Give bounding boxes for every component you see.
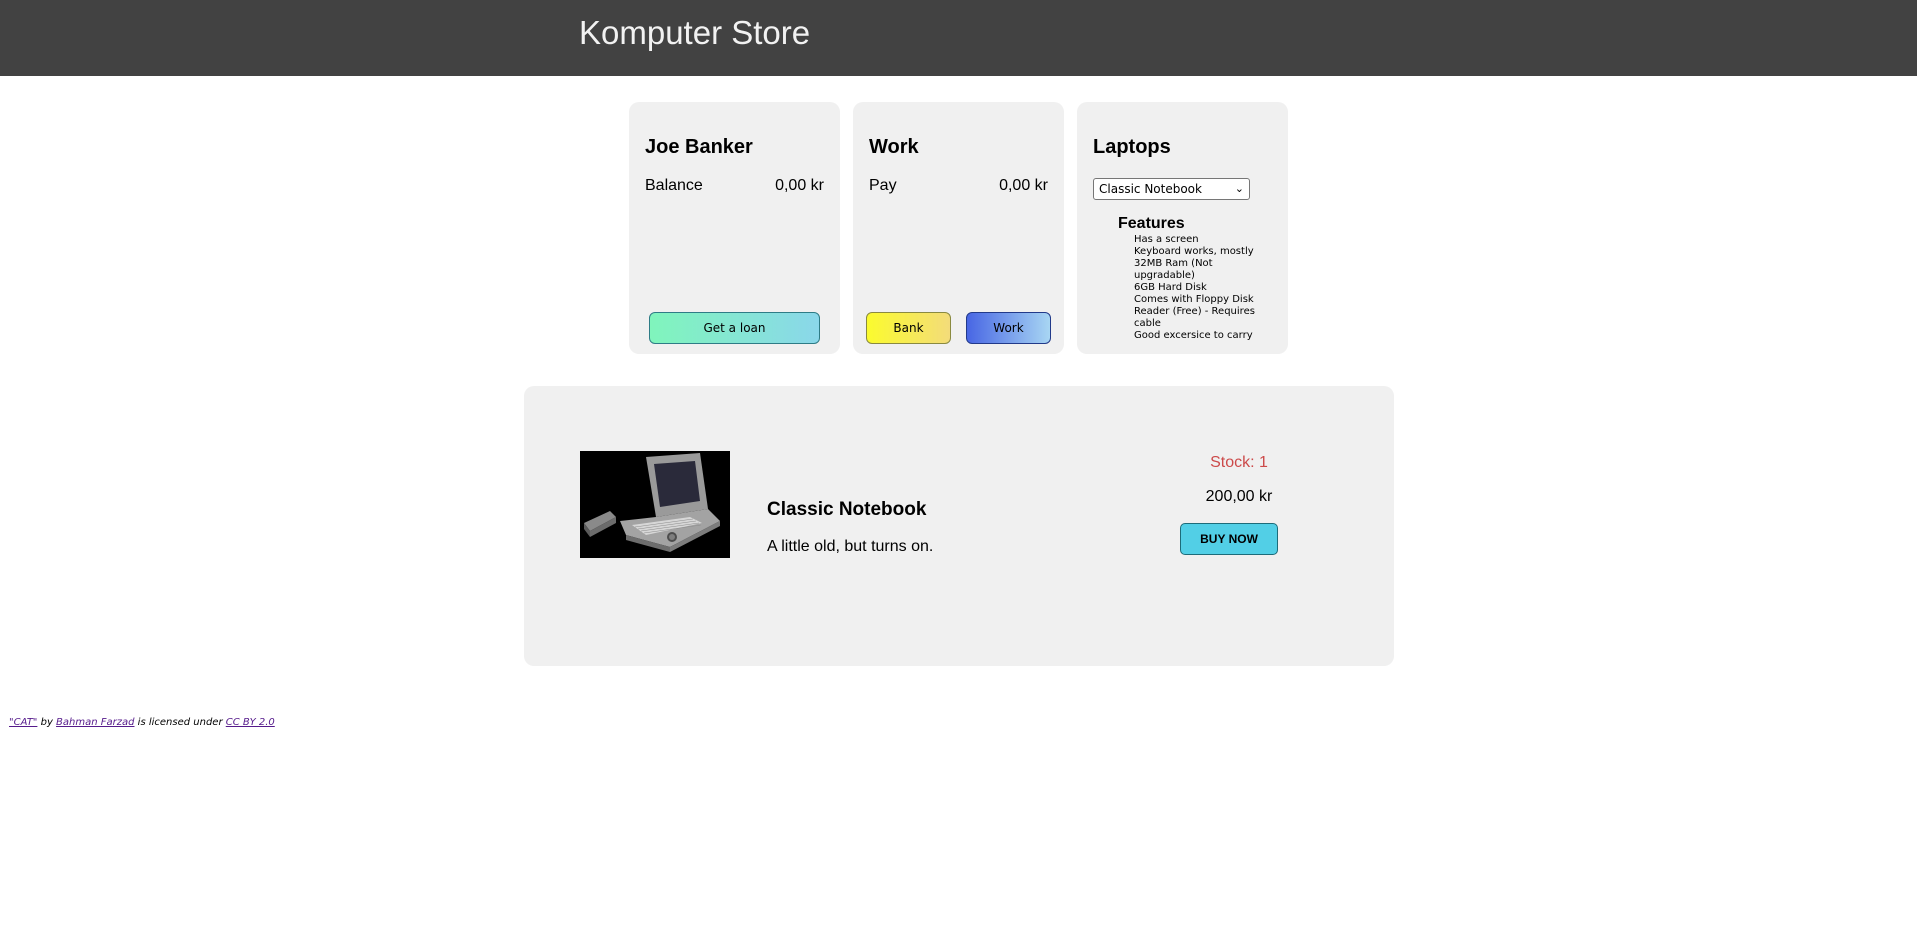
laptop-image (580, 451, 730, 558)
attribution-by: by (40, 717, 53, 728)
balance-value: 0,00 kr (775, 177, 824, 194)
attribution-work-link[interactable]: "CAT" (9, 717, 37, 728)
product-name: Classic Notebook (767, 499, 927, 520)
pay-value: 0,00 kr (999, 177, 1048, 194)
attribution-licensed: is licensed under (137, 717, 223, 728)
feature-item: Has a screen (1134, 234, 1199, 245)
laptop-select[interactable]: Classic Notebook ⌄ (1093, 178, 1250, 200)
product-panel: Classic Notebook A little old, but turns… (524, 386, 1394, 666)
laptop-illustration (580, 451, 730, 558)
attribution-license-link[interactable]: CC BY 2.0 (226, 717, 275, 728)
feature-item: Good excersice to carry (1134, 330, 1253, 341)
bank-button[interactable]: Bank (866, 312, 951, 344)
image-attribution: "CAT" by Bahman Farzad is licensed under… (9, 717, 275, 728)
price-label: 200,00 kr (1205, 488, 1273, 505)
buy-now-button[interactable]: BUY NOW (1180, 523, 1278, 555)
feature-item: 32MB Ram (Not upgradable) (1134, 258, 1213, 281)
feature-item: 6GB Hard Disk (1134, 282, 1207, 293)
feature-item: Comes with Floppy Disk Reader (Free) - R… (1134, 294, 1255, 329)
work-button[interactable]: Work (966, 312, 1051, 344)
laptops-card: Laptops Classic Notebook ⌄ Features Has … (1077, 102, 1288, 354)
bank-card: Joe Banker Balance 0,00 kr Get a loan (629, 102, 840, 354)
product-description: A little old, but turns on. (767, 538, 934, 555)
stock-label: Stock: 1 (1210, 454, 1268, 471)
laptop-select-value: Classic Notebook (1099, 182, 1202, 196)
get-loan-button[interactable]: Get a loan (649, 312, 820, 344)
feature-item: Keyboard works, mostly (1134, 246, 1254, 257)
laptops-title: Laptops (1093, 136, 1171, 158)
store-title: Komputer Store (579, 14, 811, 51)
attribution-author-link[interactable]: Bahman Farzad (56, 717, 134, 728)
features-list: Has a screen Keyboard works, mostly 32MB… (1134, 234, 1274, 342)
chevron-down-icon: ⌄ (1234, 182, 1244, 195)
features-title: Features (1118, 215, 1185, 232)
work-title: Work (869, 136, 919, 158)
pay-label: Pay (869, 177, 897, 194)
bank-customer-name: Joe Banker (645, 136, 753, 158)
balance-label: Balance (645, 177, 703, 194)
top-navbar: Komputer Store (0, 0, 1917, 76)
work-card: Work Pay 0,00 kr Bank Work (853, 102, 1064, 354)
